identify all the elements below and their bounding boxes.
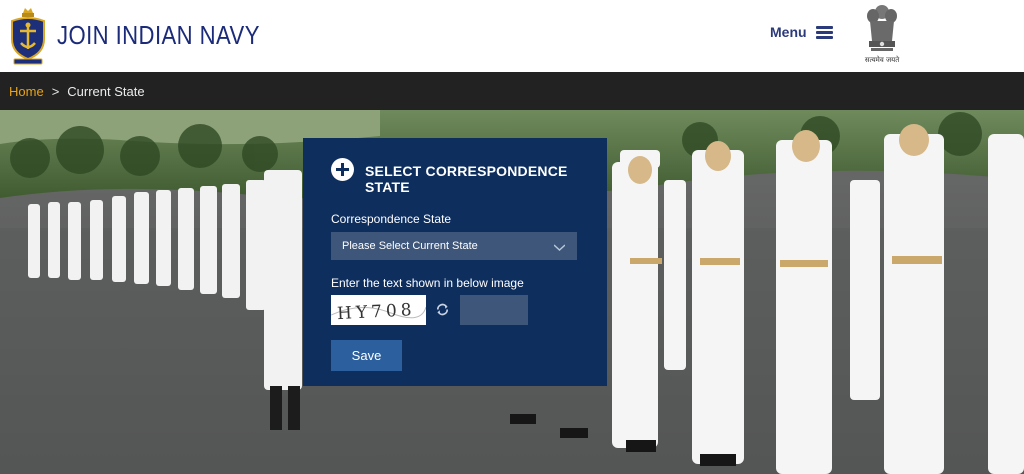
- breadcrumb-home-link[interactable]: Home: [9, 84, 44, 99]
- hamburger-icon: [815, 25, 833, 39]
- state-select-value: Please Select Current State: [342, 240, 478, 252]
- menu-button[interactable]: Menu: [770, 24, 833, 40]
- menu-label: Menu: [770, 24, 807, 40]
- state-select[interactable]: Please Select Current State: [331, 232, 577, 260]
- site-title[interactable]: JOIN INDIAN NAVY: [57, 20, 260, 51]
- navy-crest-logo[interactable]: [10, 7, 46, 65]
- breadcrumb: Home > Current State: [0, 72, 1024, 110]
- national-emblem: सत्यमेव जयते: [865, 5, 900, 64]
- captcha-text: HY708: [337, 300, 416, 324]
- plus-circle-icon: [331, 158, 354, 181]
- refresh-icon[interactable]: [435, 302, 450, 317]
- site-header: JOIN INDIAN NAVY Menu सत्यमेव जयते: [0, 0, 1024, 72]
- chevron-down-icon: [554, 244, 565, 251]
- captcha-input[interactable]: [460, 295, 528, 325]
- form-title: SELECT CORRESPONDENCE STATE: [365, 163, 568, 195]
- captcha-label: Enter the text shown in below image: [331, 276, 524, 290]
- correspondence-state-form: SELECT CORRESPONDENCE STATE Corresponden…: [303, 138, 607, 386]
- form-header: SELECT CORRESPONDENCE STATE: [331, 158, 567, 195]
- breadcrumb-current: Current State: [67, 83, 145, 99]
- breadcrumb-separator: >: [51, 83, 60, 99]
- save-button[interactable]: Save: [331, 340, 402, 371]
- emblem-motto: सत्यमेव जयते: [865, 55, 900, 64]
- captcha-image: HY708: [331, 295, 426, 325]
- state-field-label: Correspondence State: [331, 212, 452, 226]
